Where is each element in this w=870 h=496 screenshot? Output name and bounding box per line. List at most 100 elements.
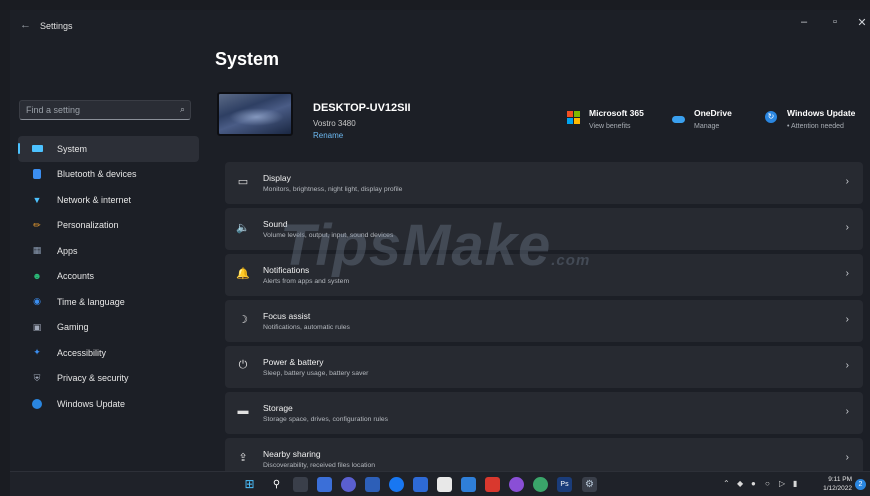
sidebar-item-label: Privacy & security <box>57 373 129 384</box>
sidebar-item-accessibility[interactable]: ✦ Accessibility <box>18 340 199 366</box>
chevron-right-icon: › <box>845 222 849 233</box>
close-button[interactable]: ✕ <box>850 16 870 29</box>
card-title: Storage <box>263 403 293 413</box>
share-icon: ⇪ <box>238 452 248 464</box>
rename-link[interactable]: Rename <box>313 131 343 140</box>
sidebar-item-windows-update[interactable]: Windows Update <box>18 391 199 417</box>
wifi-icon: ▼ <box>32 194 42 205</box>
page-title: System <box>215 49 280 69</box>
photoshop-icon[interactable]: Ps <box>557 477 572 492</box>
settings-card-storage[interactable]: ▬ Storage Storage space, drives, configu… <box>225 392 863 434</box>
mail-icon[interactable] <box>461 477 476 492</box>
start-icon[interactable]: ⊞ <box>242 477 257 492</box>
brush-icon: ✏ <box>33 219 41 230</box>
sidebar-item-time-language[interactable]: ◉ Time & language <box>18 289 199 315</box>
card-subtitle: Sleep, battery usage, battery saver <box>263 370 369 377</box>
shield-icon: ⛨ <box>33 372 41 383</box>
watermark: TipsMake.com <box>280 212 590 279</box>
clock[interactable]: 9:11 PM 1/12/2022 <box>823 475 852 493</box>
quick-link-subtitle: View benefits <box>589 123 631 130</box>
card-subtitle: Storage space, drives, configuration rul… <box>263 416 389 423</box>
app-icon[interactable] <box>485 477 500 492</box>
notification-badge[interactable]: 2 <box>855 479 866 490</box>
sidebar-item-system[interactable]: System <box>18 136 199 162</box>
device-model: Vostro 3480 <box>313 119 356 128</box>
back-arrow-icon[interactable]: ← <box>20 19 31 31</box>
accessibility-icon: ✦ <box>33 347 41 358</box>
clock-time: 9:11 PM <box>828 476 852 483</box>
sidebar-item-label: Time & language <box>57 296 125 307</box>
app-title: Settings <box>40 21 73 31</box>
quick-link-subtitle: • Attention needed <box>787 123 844 130</box>
speaker-icon[interactable]: ▷ <box>779 479 785 488</box>
moon-icon: ☽ <box>238 314 248 326</box>
sidebar-item-bluetooth[interactable]: Bluetooth & devices <box>18 162 199 188</box>
sidebar-item-apps[interactable]: ▦ Apps <box>18 238 199 264</box>
chevron-right-icon: › <box>845 176 849 187</box>
sidebar-item-label: Accounts <box>57 271 95 282</box>
device-name: DESKTOP-UV12SII <box>313 102 411 114</box>
title-bar: ← Settings – ▫ ✕ <box>10 10 870 42</box>
settings-card-power-battery[interactable]: ⏻ Power & battery Sleep, battery usage, … <box>225 346 863 388</box>
sidebar-item-personalization[interactable]: ✏ Personalization <box>18 213 199 239</box>
search-icon[interactable]: ⚲ <box>269 477 284 492</box>
tray-app-icon[interactable]: ● <box>751 479 756 488</box>
chat-icon[interactable] <box>341 477 356 492</box>
settings-card-nearby-sharing[interactable]: ⇪ Nearby sharing Discoverability, receiv… <box>225 438 863 471</box>
search-box: ⌕ <box>19 100 191 120</box>
watermark-text: TipsMake <box>280 213 552 278</box>
sidebar-item-label: Accessibility <box>57 347 107 358</box>
sidebar-item-label: Apps <box>57 245 78 256</box>
settings-gear-icon[interactable]: ⚙ <box>582 477 597 492</box>
card-subtitle: Discoverability, received files location <box>263 462 376 469</box>
facebook-icon[interactable] <box>389 477 404 492</box>
sidebar-item-accounts[interactable]: ☻ Accounts <box>18 264 199 290</box>
wifi-icon[interactable]: ○ <box>765 479 770 488</box>
minimize-button[interactable]: – <box>792 16 816 28</box>
controller-icon: ▣ <box>32 321 42 332</box>
bell-icon: 🔔 <box>236 268 250 280</box>
clock-date: 1/12/2022 <box>823 485 852 492</box>
chevron-right-icon: › <box>845 452 849 463</box>
tray-app-icon[interactable]: ◆ <box>737 479 743 488</box>
storage-icon: ▬ <box>237 405 249 417</box>
store-icon[interactable] <box>413 477 428 492</box>
card-title: Display <box>263 173 291 183</box>
maximize-button[interactable]: ▫ <box>823 16 847 28</box>
card-title: Nearby sharing <box>263 449 321 459</box>
sidebar-item-label: Personalization <box>57 220 119 231</box>
quick-link-title: Windows Update <box>787 108 856 118</box>
sidebar-item-gaming[interactable]: ▣ Gaming <box>18 315 199 341</box>
sidebar-item-label: Network & internet <box>57 194 132 205</box>
chrome-icon[interactable] <box>533 477 548 492</box>
settings-card-focus-assist[interactable]: ☽ Focus assist Notifications, automatic … <box>225 300 863 342</box>
sidebar-item-privacy[interactable]: ⛨ Privacy & security <box>18 366 199 392</box>
sidebar-item-label: Windows Update <box>57 398 126 409</box>
battery-icon[interactable]: ▮ <box>793 479 797 488</box>
sidebar-nav: System Bluetooth & devices ▼ Network & i… <box>18 136 199 417</box>
chevron-right-icon: › <box>845 406 849 417</box>
widgets-icon[interactable] <box>317 477 332 492</box>
search-input[interactable] <box>20 101 170 119</box>
system-icon <box>30 142 44 156</box>
chevron-up-icon[interactable]: ⌃ <box>723 479 730 488</box>
display-icon: ▭ <box>237 176 249 188</box>
taskbar: ⊞ ⚲ Ps ⚙ ⌃ ◆ ● ○ ▷ ▮ 9:11 PM 1/12/2022 2 <box>10 471 870 496</box>
card-subtitle: Alerts from apps and system <box>263 278 350 285</box>
windows-update-icon: ↻ <box>765 111 779 125</box>
chevron-right-icon: › <box>845 268 849 279</box>
settings-card-display[interactable]: ▭ Display Monitors, brightness, night li… <box>225 162 863 204</box>
search-icon[interactable]: ⌕ <box>180 104 185 115</box>
quick-link-windows-update[interactable]: ↻ Windows Update • Attention needed <box>765 108 855 130</box>
quick-link-microsoft-365[interactable]: Microsoft 365 View benefits <box>567 108 644 130</box>
sidebar-item-network[interactable]: ▼ Network & internet <box>18 187 199 213</box>
quick-link-onedrive[interactable]: OneDrive Manage <box>672 108 732 130</box>
card-subtitle: Notifications, automatic rules <box>263 324 350 331</box>
quick-link-title: Microsoft 365 <box>589 108 644 118</box>
power-icon: ⏻ <box>238 359 248 371</box>
teams-icon[interactable] <box>365 477 380 492</box>
file-explorer-icon[interactable] <box>437 477 452 492</box>
media-icon[interactable] <box>509 477 524 492</box>
task-view-icon[interactable] <box>293 477 308 492</box>
update-icon <box>30 397 44 411</box>
